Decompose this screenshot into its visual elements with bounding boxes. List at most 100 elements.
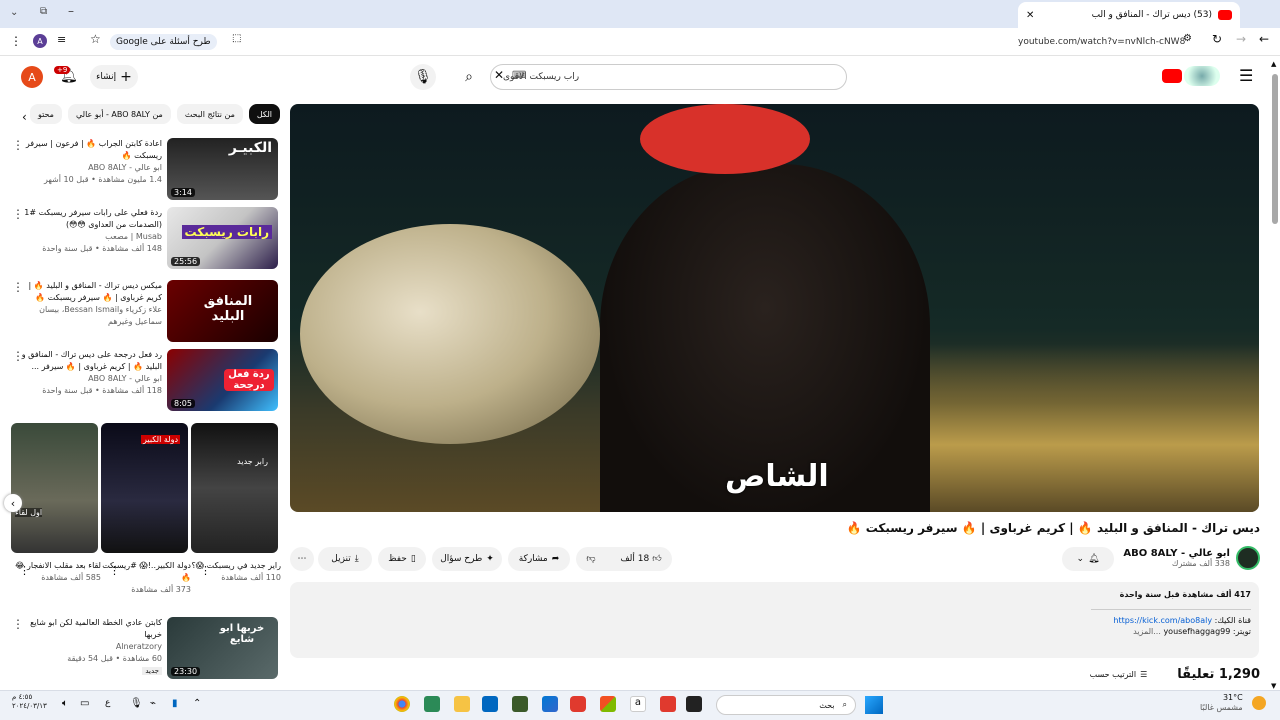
close-tab-icon[interactable]: ✕ xyxy=(1026,10,1034,21)
speaker-icon[interactable]: 🔈︎ xyxy=(62,698,68,709)
taskbar-app-icon[interactable] xyxy=(660,696,676,712)
back-icon[interactable]: ← xyxy=(1259,32,1269,46)
network-icon[interactable]: ⌁ xyxy=(150,698,156,709)
keyboard-icon[interactable]: ⌨ xyxy=(512,70,526,81)
tab-search-icon[interactable]: ⌄ xyxy=(10,7,18,18)
file-explorer-icon[interactable] xyxy=(454,696,470,712)
scroll-down-icon[interactable]: ▼ xyxy=(1271,682,1276,690)
taskbar-app-icon[interactable] xyxy=(600,696,616,712)
video-thumbnail[interactable]: المنافق البليد xyxy=(167,280,278,342)
sort-button[interactable]: ☰ الترتيب حسب xyxy=(1090,670,1148,679)
voice-search-button[interactable]: 🎙︎ xyxy=(410,64,436,90)
page-scrollbar[interactable]: ▲ ▼ xyxy=(1270,60,1280,690)
rec-channel[interactable]: ابو عالي - ABO 8ALY xyxy=(17,162,162,174)
forward-icon[interactable]: → xyxy=(1236,32,1246,46)
short-thumbnail[interactable]: رابر جديد xyxy=(191,423,278,553)
doodle-logo-icon[interactable] xyxy=(1184,66,1220,86)
url-text[interactable]: youtube.com/watch?v=nvNlch-cNW8 xyxy=(1018,37,1185,47)
tab-youtube[interactable]: (53) ديس تراك - المنافق و الب ✕ xyxy=(1018,2,1240,28)
rec-title[interactable]: ردة فعلي على رابات سيرفر ريسبكت #1 (الصد… xyxy=(17,207,162,231)
clear-search-icon[interactable]: ✕ xyxy=(494,68,504,82)
twitter-handle[interactable]: تويتر: yousefhaggag99 xyxy=(1163,627,1251,636)
kick-link[interactable]: https://kick.com/abo8aly xyxy=(1113,616,1212,625)
shorts-prev-icon[interactable]: ‹ xyxy=(4,494,22,512)
video-thumbnail[interactable]: خربها ابو شايع 23:30 xyxy=(167,617,278,679)
amazon-icon[interactable]: a xyxy=(630,696,646,712)
save-button[interactable]: ▯ حفظ xyxy=(378,547,426,571)
profile-avatar[interactable]: A xyxy=(33,34,47,48)
tray-app-icon[interactable]: ▮ xyxy=(172,698,178,709)
kebab-menu-icon[interactable]: ⋮ xyxy=(12,617,24,631)
kebab-menu-icon[interactable]: ⋮ xyxy=(12,138,24,152)
list-item[interactable]: رابات ريسبكت 25:56 ردة فعلي على رابات سي… xyxy=(0,207,280,273)
share-button[interactable]: ➦ مشاركة xyxy=(508,547,570,571)
chrome-icon[interactable] xyxy=(394,696,410,712)
scroll-up-icon[interactable]: ▲ xyxy=(1271,60,1276,68)
description-box[interactable]: 417 ألف مشاهدة قبل سنة واحدة قناة الكيك:… xyxy=(290,582,1259,658)
chip-search-results[interactable]: من نتائج البحث xyxy=(176,104,243,124)
kebab-menu-icon[interactable]: ⋮ xyxy=(200,564,211,577)
kebab-menu-icon[interactable]: ⋮ xyxy=(19,564,30,577)
list-item[interactable]: ردة فعل درجحة 8:05 رد فعل درجحة على ديس … xyxy=(0,349,280,415)
edge-icon[interactable] xyxy=(542,696,558,712)
bookmark-star-icon[interactable]: ☆ xyxy=(90,32,101,46)
language-icon[interactable]: ع xyxy=(105,698,110,708)
ask-button[interactable]: ✦ طرح سؤال xyxy=(432,547,502,571)
clock[interactable]: ٤:٥٥ م ٢٠٢٤/٠٣/١٣ xyxy=(12,693,47,711)
youtube-logo-icon[interactable] xyxy=(1162,69,1182,83)
tab-scroll-icon[interactable]: – xyxy=(68,4,74,18)
kebab-menu-icon[interactable]: ⋮ xyxy=(109,564,120,577)
search-button[interactable]: ⌕ xyxy=(456,64,482,90)
taskbar-app-icon[interactable] xyxy=(686,696,702,712)
kebab-menu-icon[interactable]: ⋮ xyxy=(12,349,24,363)
list-item[interactable]: خربها ابو شايع 23:30 كابتن عادي الخطة ال… xyxy=(0,617,280,683)
download-button[interactable]: ⤓ تنزيل xyxy=(318,547,372,571)
short-thumbnail[interactable]: اول لقاء xyxy=(11,423,98,553)
mic-tray-icon[interactable]: 🎙︎ xyxy=(130,698,143,709)
chip-all[interactable]: الكل xyxy=(248,104,280,124)
reading-list-icon[interactable]: ≡ xyxy=(57,33,66,46)
weather-widget[interactable]: 31°C مشمس غالبًا xyxy=(1200,693,1243,713)
battery-icon[interactable]: ▭ xyxy=(80,698,89,709)
chip-channel[interactable]: من ABO 8ALY - أبو عالي xyxy=(67,104,171,124)
search-input[interactable]: راب ريسبكت الاقوى xyxy=(490,64,847,90)
store-icon[interactable] xyxy=(482,696,498,712)
kebab-menu-icon[interactable]: ⋮ xyxy=(12,280,24,294)
video-thumbnail[interactable]: الكبيـر 3:14 xyxy=(167,138,278,200)
install-app-icon[interactable]: ⬚ xyxy=(232,33,241,44)
dislike-icon[interactable]: 👎︎ xyxy=(586,554,595,564)
rec-title[interactable]: رد فعل درجحة على ديس تراك - المنافق و ال… xyxy=(17,349,162,373)
subscribe-notify-button[interactable]: 🔔︎ ⌄ xyxy=(1062,547,1114,571)
chips-prev-icon[interactable]: ‹ xyxy=(22,110,27,124)
rec-title[interactable]: كابتن عادي الخطة العالمية لكن ابو شايع خ… xyxy=(17,617,162,641)
channel-avatar[interactable] xyxy=(1236,546,1260,570)
video-player[interactable]: الشاص xyxy=(290,104,1259,512)
kebab-menu-icon[interactable]: ⋮ xyxy=(12,207,24,221)
weather-sun-icon[interactable] xyxy=(1252,696,1266,710)
google-ask-chip[interactable]: طرح أسئلة على Google xyxy=(110,34,217,50)
account-avatar[interactable]: A xyxy=(21,66,43,88)
list-item[interactable]: المنافق البليد ميكس ديس تراك - المنافق و… xyxy=(0,280,280,346)
list-item[interactable]: الكبيـر 3:14 اعادة كابتن الجراب 🔥 | فرعو… xyxy=(0,138,280,204)
taskbar-app-icon[interactable] xyxy=(512,696,528,712)
tray-expand-icon[interactable]: ⌃ xyxy=(193,698,201,709)
tab-actions-icon[interactable]: ⧉ xyxy=(40,6,47,17)
rec-title[interactable]: اعادة كابتن الجراب 🔥 | فرعون | سيرفر ريس… xyxy=(17,138,162,162)
taskbar-app-icon[interactable] xyxy=(424,696,440,712)
more-link[interactable]: ...المزيد xyxy=(1133,627,1161,636)
channel-name[interactable]: ابو عالي - ABO 8ALY xyxy=(1123,548,1230,559)
create-button[interactable]: إنشاء + xyxy=(90,65,138,89)
scroll-thumb[interactable] xyxy=(1272,74,1278,224)
windows-start-icon[interactable] xyxy=(865,696,883,714)
rec-channel[interactable]: ابو عالي - ABO 8ALY xyxy=(17,373,162,385)
youtube-app-icon[interactable] xyxy=(570,696,586,712)
reload-icon[interactable]: ↻ xyxy=(1212,32,1222,46)
short-thumbnail[interactable]: دولة الكبير xyxy=(101,423,188,553)
video-thumbnail[interactable]: رابات ريسبكت 25:56 xyxy=(167,207,278,269)
taskbar-search[interactable]: بحث ⌕ xyxy=(716,695,856,715)
guide-menu-icon[interactable]: ☰ xyxy=(1239,66,1253,85)
video-thumbnail[interactable]: ردة فعل درجحة 8:05 xyxy=(167,349,278,411)
rec-channel[interactable]: علاء زكرياء وBessan Ismail، بيسان سماعيل… xyxy=(17,304,162,328)
rec-title[interactable]: ميكس ديس تراك - المنافق و البليد 🔥 | كري… xyxy=(17,280,162,304)
more-actions-button[interactable]: ⋯ xyxy=(290,547,314,571)
